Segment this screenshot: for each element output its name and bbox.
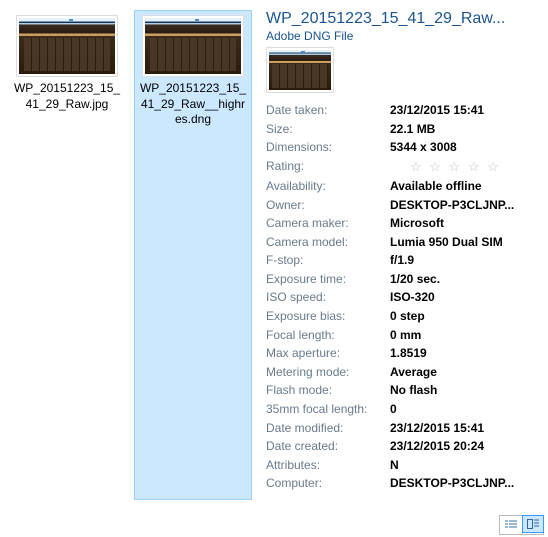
property-value: 0 step: [390, 307, 425, 326]
property-value: Available offline: [390, 177, 482, 196]
property-label: Metering mode:: [266, 363, 390, 382]
property-row: Date taken:23/12/2015 15:41: [266, 101, 538, 120]
property-label: Exposure time:: [266, 270, 390, 289]
property-label: Rating:: [266, 157, 390, 177]
property-label: Date taken:: [266, 101, 390, 120]
thumbnail-view-icon: [527, 519, 539, 529]
property-row: F-stop:f/1.9: [266, 251, 538, 270]
property-label: Dimensions:: [266, 138, 390, 157]
property-row: Camera model:Lumia 950 Dual SIM: [266, 233, 538, 252]
property-row: Rating: ☆ ☆ ☆ ☆ ☆: [266, 157, 538, 177]
property-row: Camera maker:Microsoft: [266, 214, 538, 233]
property-row: Dimensions:5344 x 3008: [266, 138, 538, 157]
property-label: Camera model:: [266, 233, 390, 252]
property-label: Computer:: [266, 474, 390, 493]
property-label: Camera maker:: [266, 214, 390, 233]
property-label: Size:: [266, 120, 390, 139]
list-view-icon: [505, 520, 517, 530]
property-row: Attributes:N: [266, 456, 538, 475]
file-thumbnail: [142, 15, 244, 77]
property-value: Lumia 950 Dual SIM: [390, 233, 503, 252]
property-value: 1.8519: [390, 344, 427, 363]
property-label: Date created:: [266, 437, 390, 456]
property-row: Availability:Available offline: [266, 177, 538, 196]
property-row: Date modified:23/12/2015 15:41: [266, 419, 538, 438]
property-label: Attributes:: [266, 456, 390, 475]
property-value: ISO-320: [390, 288, 435, 307]
property-value: 23/12/2015 15:41: [390, 101, 484, 120]
property-value: 23/12/2015 20:24: [390, 437, 484, 456]
property-row: Exposure time:1/20 sec.: [266, 270, 538, 289]
property-row: ISO speed:ISO-320: [266, 288, 538, 307]
property-value: No flash: [390, 381, 437, 400]
property-value: 5344 x 3008: [390, 138, 457, 157]
property-row: Max aperture:1.8519: [266, 344, 538, 363]
file-name-label: WP_20151223_15_41_29_Raw__highres.dng: [139, 81, 247, 128]
property-row: Flash mode:No flash: [266, 381, 538, 400]
details-pane: WP_20151223_15_41_29_Raw... Adobe DNG Fi…: [256, 6, 544, 504]
property-value: 23/12/2015 15:41: [390, 419, 484, 438]
property-label: F-stop:: [266, 251, 390, 270]
property-label: Availability:: [266, 177, 390, 196]
property-row: Size:22.1 MB: [266, 120, 538, 139]
details-preview-thumbnail[interactable]: [266, 47, 334, 93]
property-label: 35mm focal length:: [266, 400, 390, 419]
property-value: 0: [390, 400, 397, 419]
property-label: Max aperture:: [266, 344, 390, 363]
property-value: f/1.9: [390, 251, 414, 270]
property-row: Owner:DESKTOP-P3CLJNP...: [266, 196, 538, 215]
property-value: Average: [390, 363, 437, 382]
file-thumbnail: [16, 15, 118, 77]
file-list: WP_20151223_15_41_29_Raw.jpg WP_20151223_…: [4, 6, 256, 504]
property-value: DESKTOP-P3CLJNP...: [390, 196, 514, 215]
property-label: Owner:: [266, 196, 390, 215]
view-thumbnails-button[interactable]: [522, 515, 544, 533]
property-row: Focal length:0 mm: [266, 326, 538, 345]
property-row: Computer:DESKTOP-P3CLJNP...: [266, 474, 538, 493]
property-label: ISO speed:: [266, 288, 390, 307]
details-filetype: Adobe DNG File: [266, 29, 538, 43]
property-label: Exposure bias:: [266, 307, 390, 326]
property-value: N: [390, 456, 399, 475]
property-row: Date created:23/12/2015 20:24: [266, 437, 538, 456]
file-name-label: WP_20151223_15_41_29_Raw.jpg: [13, 81, 121, 112]
property-row: 35mm focal length:0: [266, 400, 538, 419]
file-item[interactable]: WP_20151223_15_41_29_Raw__highres.dng: [134, 10, 252, 500]
property-row: Exposure bias:0 step: [266, 307, 538, 326]
file-item[interactable]: WP_20151223_15_41_29_Raw.jpg: [8, 10, 126, 500]
property-label: Focal length:: [266, 326, 390, 345]
property-list: Date taken:23/12/2015 15:41Size:22.1 MBD…: [266, 101, 538, 493]
main-area: WP_20151223_15_41_29_Raw.jpg WP_20151223_…: [0, 0, 548, 510]
view-details-button[interactable]: [500, 516, 522, 534]
property-label: Date modified:: [266, 419, 390, 438]
property-value: Microsoft: [390, 214, 444, 233]
property-value: 1/20 sec.: [390, 270, 440, 289]
view-switcher: [499, 515, 544, 535]
property-label: Flash mode:: [266, 381, 390, 400]
property-value: 0 mm: [390, 326, 421, 345]
rating-stars[interactable]: ☆ ☆ ☆ ☆ ☆: [410, 157, 501, 177]
property-row: Metering mode:Average: [266, 363, 538, 382]
property-value: 22.1 MB: [390, 120, 435, 139]
property-value: DESKTOP-P3CLJNP...: [390, 474, 514, 493]
details-title: WP_20151223_15_41_29_Raw...: [266, 10, 538, 28]
